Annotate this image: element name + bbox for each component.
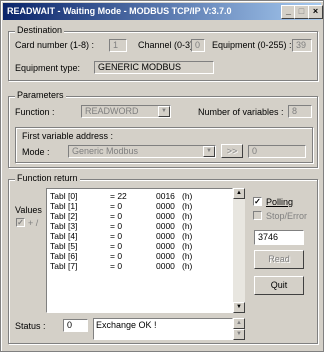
scroll-up-icon[interactable]: ▲ — [233, 188, 245, 199]
row-hex: 0000 — [156, 211, 175, 221]
row-hex: 0000 — [156, 241, 175, 251]
status-text-box: Exchange OK ! — [93, 318, 233, 340]
row-name: Tabl [4] — [50, 231, 78, 241]
first-address-label: First variable address : — [22, 131, 114, 141]
row-eq: = 0 — [110, 211, 123, 221]
status-scrollbar[interactable]: ▲ ▼ — [233, 318, 245, 340]
equipment-type-label: Equipment type: — [15, 63, 81, 73]
scroll-up-icon[interactable]: ▲ — [233, 318, 245, 329]
row-name: Tabl [3] — [50, 221, 78, 231]
function-label: Function : — [15, 107, 55, 117]
row-name: Tabl [5] — [50, 241, 78, 251]
first-address-group: First variable address : Mode : Generic … — [15, 127, 313, 163]
row-eq: = 0 — [110, 251, 123, 261]
status-label: Status : — [15, 321, 46, 331]
function-select-value: READWORD — [85, 106, 139, 116]
channel-field[interactable]: 0 — [191, 39, 205, 52]
row-hex: 0000 — [156, 261, 175, 271]
mode-select-value: Generic Modbus — [72, 146, 139, 156]
number-variables-label: Number of variables : — [198, 107, 284, 117]
values-scrollbar[interactable]: ▲ ▼ — [233, 188, 245, 313]
card-number-field[interactable]: 1 — [109, 39, 127, 52]
row-hex: 0000 — [156, 201, 175, 211]
values-label: Values — [15, 205, 42, 215]
equipment-field[interactable]: 39 — [292, 39, 312, 52]
function-return-group: Function return Values ✓ + / Tabl [0] = 2… — [8, 173, 318, 344]
quit-button[interactable]: Quit — [254, 276, 304, 295]
row-hex: 0000 — [156, 251, 175, 261]
scroll-down-icon[interactable]: ▼ — [233, 329, 245, 340]
destination-group: Destination Card number (1-8) : 1 Channe… — [8, 25, 318, 81]
equipment-label: Equipment (0-255) : — [212, 40, 292, 50]
values-list[interactable]: Tabl [0] = 22 0016 (h) Tabl [1] = 0 0000 (h) Tab… — [46, 188, 233, 313]
destination-legend: Destination — [15, 25, 65, 35]
row-eq: = 0 — [110, 201, 123, 211]
status-text: Exchange OK ! — [96, 320, 157, 330]
status-code-field: 0 — [63, 319, 88, 332]
row-eq: = 0 — [110, 231, 123, 241]
row-hex: 0000 — [156, 231, 175, 241]
row-unit: (h) — [182, 191, 193, 201]
stop-error-label: Stop/Error — [266, 211, 308, 221]
counter-field: 3746 — [254, 230, 304, 245]
row-name: Tabl [1] — [50, 201, 78, 211]
maximize-button[interactable]: □ — [294, 5, 309, 19]
address-arrow-button[interactable]: >> — [221, 144, 243, 158]
chevron-down-icon[interactable]: ▼ — [158, 106, 170, 117]
card-number-label: Card number (1-8) : — [15, 40, 95, 50]
row-unit: (h) — [182, 201, 193, 211]
title-bar: READWAIT - Waiting Mode - MODBUS TCP/IP … — [3, 3, 323, 20]
mode-label: Mode : — [22, 147, 50, 157]
row-eq: = 0 — [110, 221, 123, 231]
scroll-down-icon[interactable]: ▼ — [233, 302, 245, 313]
chevron-down-icon[interactable]: ▼ — [203, 146, 215, 157]
read-button[interactable]: Read — [254, 250, 304, 269]
function-return-legend: Function return — [15, 173, 80, 183]
row-unit: (h) — [182, 241, 193, 251]
row-unit: (h) — [182, 221, 193, 231]
plusminus-checkbox[interactable]: ✓ — [16, 218, 25, 227]
row-unit: (h) — [182, 261, 193, 271]
parameters-group: Parameters Function : READWORD ▼ Number … — [8, 90, 318, 168]
stop-error-checkbox[interactable] — [253, 211, 262, 220]
mode-select[interactable]: Generic Modbus ▼ — [68, 145, 216, 158]
function-select[interactable]: READWORD ▼ — [81, 105, 171, 118]
equipment-type-field: GENERIC MODBUS — [94, 61, 214, 74]
row-eq: = 22 — [110, 191, 127, 201]
address-field[interactable]: 0 — [248, 145, 306, 158]
row-hex: 0000 — [156, 221, 175, 231]
row-name: Tabl [6] — [50, 251, 78, 261]
plusminus-label: + / — [28, 218, 39, 228]
readwait-window: READWAIT - Waiting Mode - MODBUS TCP/IP … — [0, 0, 324, 352]
parameters-legend: Parameters — [15, 90, 66, 100]
polling-checkbox[interactable]: ✓ — [253, 197, 262, 206]
number-variables-field[interactable]: 8 — [288, 105, 312, 118]
channel-label: Channel (0-3) : — [138, 40, 199, 50]
polling-label[interactable]: Polling — [266, 197, 293, 207]
row-name: Tabl [7] — [50, 261, 78, 271]
row-name: Tabl [0] — [50, 191, 78, 201]
row-unit: (h) — [182, 251, 193, 261]
row-hex: 0016 — [156, 191, 175, 201]
close-button[interactable]: × — [308, 5, 323, 19]
row-name: Tabl [2] — [50, 211, 78, 221]
row-eq: = 0 — [110, 241, 123, 251]
row-unit: (h) — [182, 211, 193, 221]
row-unit: (h) — [182, 231, 193, 241]
window-title: READWAIT - Waiting Mode - MODBUS TCP/IP … — [7, 6, 232, 16]
row-eq: = 0 — [110, 261, 123, 271]
